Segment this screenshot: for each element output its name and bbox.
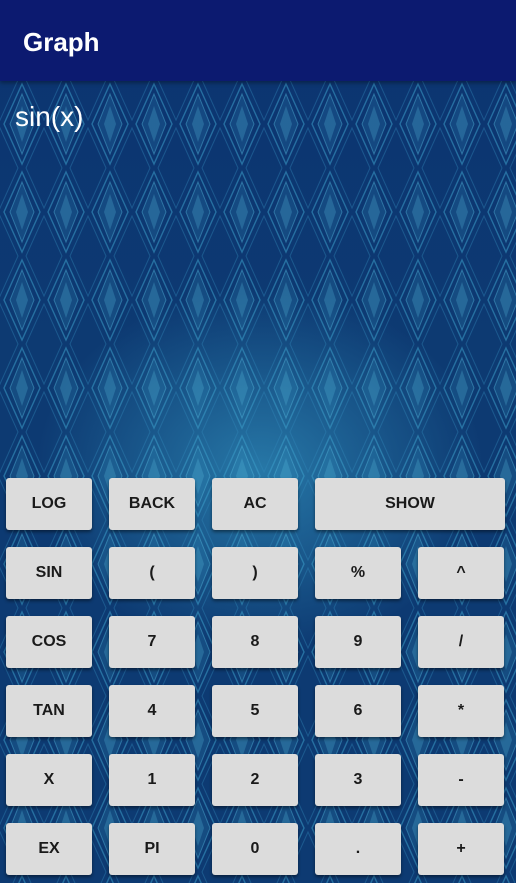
power-button[interactable]: ^ bbox=[418, 547, 504, 599]
tan-button[interactable]: TAN bbox=[6, 685, 92, 737]
app-bar-title: Graph bbox=[23, 27, 100, 57]
digit-0-button[interactable]: 0 bbox=[212, 823, 298, 875]
pi-button[interactable]: PI bbox=[109, 823, 195, 875]
app-bar: Graph bbox=[0, 0, 516, 81]
digit-1-button[interactable]: 1 bbox=[109, 754, 195, 806]
graph-screen: Graph sin(x) LOG BACK AC SHOW SIN ( ) % … bbox=[0, 0, 516, 883]
digit-3-button[interactable]: 3 bbox=[315, 754, 401, 806]
digit-4-button[interactable]: 4 bbox=[109, 685, 195, 737]
sin-button[interactable]: SIN bbox=[6, 547, 92, 599]
clear-all-button[interactable]: AC bbox=[212, 478, 298, 530]
close-paren-button[interactable]: ) bbox=[212, 547, 298, 599]
exp-button[interactable]: EX bbox=[6, 823, 92, 875]
show-graph-button[interactable]: SHOW bbox=[315, 478, 505, 530]
digit-8-button[interactable]: 8 bbox=[212, 616, 298, 668]
divide-button[interactable]: / bbox=[418, 616, 504, 668]
digit-6-button[interactable]: 6 bbox=[315, 685, 401, 737]
multiply-button[interactable]: * bbox=[418, 685, 504, 737]
variable-x-button[interactable]: X bbox=[6, 754, 92, 806]
cos-button[interactable]: COS bbox=[6, 616, 92, 668]
back-button[interactable]: BACK bbox=[109, 478, 195, 530]
plus-button[interactable]: + bbox=[418, 823, 504, 875]
decimal-point-button[interactable]: . bbox=[315, 823, 401, 875]
log-button[interactable]: LOG bbox=[6, 478, 92, 530]
digit-5-button[interactable]: 5 bbox=[212, 685, 298, 737]
expression-display: sin(x) bbox=[15, 101, 84, 132]
open-paren-button[interactable]: ( bbox=[109, 547, 195, 599]
digit-7-button[interactable]: 7 bbox=[109, 616, 195, 668]
minus-button[interactable]: - bbox=[418, 754, 504, 806]
digit-9-button[interactable]: 9 bbox=[315, 616, 401, 668]
percent-button[interactable]: % bbox=[315, 547, 401, 599]
digit-2-button[interactable]: 2 bbox=[212, 754, 298, 806]
